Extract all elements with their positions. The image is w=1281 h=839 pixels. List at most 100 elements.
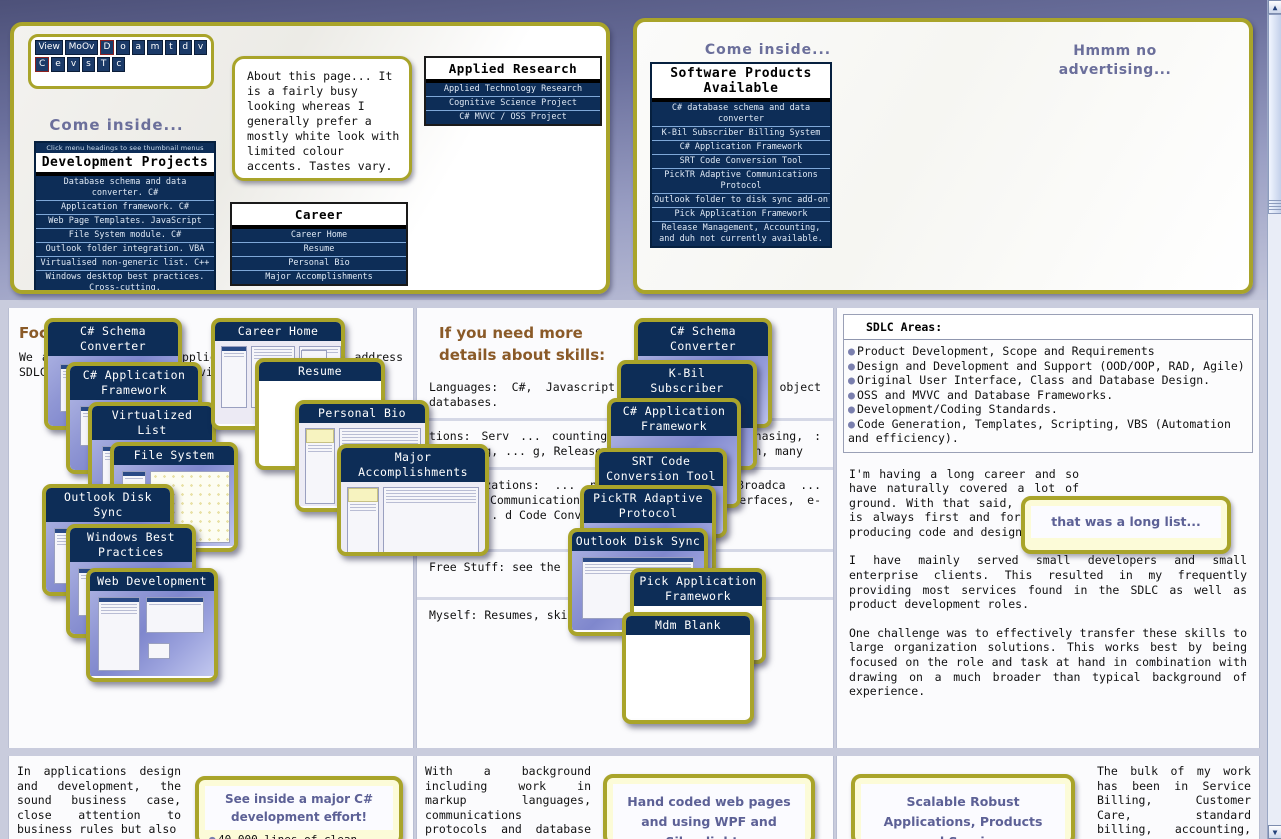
sdlc-item: ● Design and Development and Support (OOD… <box>848 359 1246 374</box>
bullet-icon: ● <box>848 387 855 402</box>
menu-title-development-projects: Development Projects <box>36 153 214 172</box>
thumbnail-preview-image <box>341 482 485 552</box>
bottom-center-text: With a background including work in mark… <box>425 764 591 839</box>
scroll-down-button[interactable]: ▼ <box>1268 825 1281 839</box>
sdlc-item-label: Code Generation, Templates, Scripting, V… <box>848 416 1231 446</box>
hand-coded-note-text: Hand coded web pages and using WPF and S… <box>613 784 805 839</box>
thumbnail-title: Outlook Disk Sync <box>572 532 704 551</box>
sdlc-item: ● Original User Interface, Class and Data… <box>848 373 1246 388</box>
bullet-icon: ● <box>848 373 855 387</box>
about-text: About this page... It is a fairly busy l… <box>247 69 400 173</box>
scroll-up-button[interactable]: ▲ <box>1268 0 1281 14</box>
thumbnail-title: Mdm Blank <box>626 616 750 635</box>
thumbnail-title: Web Development <box>90 572 214 591</box>
thumbnail-title: Windows Best Practices <box>70 528 192 562</box>
csharp-effort-note-title: See inside a major C# development effort… <box>205 786 393 830</box>
bottom-column-left: In applications design and development, … <box>8 756 414 839</box>
bottom-content-band: In applications design and development, … <box>8 756 1260 839</box>
thumbnail-title: PickTR Adaptive Protocol <box>584 489 712 523</box>
menu-item-outlook-folder-integration[interactable]: Outlook folder integration. VBA <box>36 243 214 257</box>
thumbnail-mdm-blank[interactable]: Mdm Blank <box>622 612 754 724</box>
thumbnail-title: C# Schema Converter <box>48 322 178 356</box>
nav-button-c[interactable]: C <box>35 57 50 72</box>
thumbnail-title: C# Application Framework <box>611 402 737 436</box>
sw-item-release-management[interactable]: Release Management, Accounting, and duh … <box>652 222 830 246</box>
sw-item-picktr-protocol[interactable]: PickTR Adaptive Communications Protocol <box>652 169 830 194</box>
career-item-personal-bio[interactable]: Personal Bio <box>232 257 406 271</box>
nav-button-v2[interactable]: v <box>66 57 81 72</box>
nav-button-t[interactable]: t <box>165 40 177 55</box>
research-item-cognitive-science[interactable]: Cognitive Science Project <box>426 97 600 111</box>
menu-item-virtualised-list[interactable]: Virtualised non-generic list. C++ <box>36 257 214 271</box>
bullet-icon: ● <box>209 833 218 839</box>
nav-row-2: C e v s T c <box>35 57 207 72</box>
career-item-major-accomplishments[interactable]: Major Accomplishments <box>232 271 406 284</box>
sdlc-list: ● Product Development, Scope and Requirem… <box>844 340 1252 452</box>
career-narrative-3: One challenge was to effectively transfe… <box>849 625 1247 699</box>
bottom-column-right: Scalable Robust Applications, Products a… <box>836 756 1260 839</box>
nav-button-moov[interactable]: MoOv <box>65 40 98 55</box>
nav-button-o[interactable]: o <box>116 40 130 55</box>
nav-button-s[interactable]: s <box>82 57 95 72</box>
nav-button-view[interactable]: View <box>35 40 64 55</box>
career-item-resume[interactable]: Resume <box>232 243 406 257</box>
nav-button-c2[interactable]: c <box>112 57 126 72</box>
long-list-note-text: that was a long list... <box>1031 506 1221 538</box>
sdlc-title: SDLC Areas: <box>844 315 1252 340</box>
bottom-column-center: With a background including work in mark… <box>416 756 834 839</box>
thumbnail-web-development[interactable]: Web Development <box>86 568 218 682</box>
thumbnail-title: Career Home <box>215 322 341 341</box>
career-title: Career <box>232 204 406 225</box>
sdlc-panel: SDLC Areas: ● Product Development, Scope … <box>843 314 1253 453</box>
csharp-effort-note: See inside a major C# development effort… <box>195 776 403 839</box>
bullet-icon: ● <box>848 358 855 373</box>
vertical-scrollbar[interactable]: ▲ ▼ <box>1267 0 1281 839</box>
sw-item-db-schema[interactable]: C# database schema and data converter <box>652 102 830 127</box>
thumbnail-preview-image <box>626 635 750 718</box>
software-products-title: Software Products Available <box>652 64 830 98</box>
sw-item-srt-code-conversion[interactable]: SRT Code Conversion Tool <box>652 155 830 169</box>
thumbnail-title: Personal Bio <box>299 404 425 423</box>
sdlc-item-label: Product Development, Scope and Requireme… <box>857 344 1155 358</box>
bottom-left-text: In applications design and development, … <box>17 764 181 836</box>
menu-hint-text: Click menu headings to see thumbnail men… <box>36 143 214 153</box>
come-inside-heading-right: Come inside... <box>704 42 832 58</box>
csharp-effort-bullet-row: ●40,000 lines of clean <box>205 830 393 839</box>
sw-item-outlook-sync[interactable]: Outlook folder to disk sync add-on <box>652 194 830 208</box>
research-item-applied-technology[interactable]: Applied Technology Research <box>426 83 600 97</box>
sw-item-kbil[interactable]: K-Bil Subscriber Billing System <box>652 127 830 141</box>
nav-button-t2[interactable]: T <box>96 57 111 72</box>
thumbnail-title: Virtualized List <box>92 406 212 440</box>
sdlc-item: ● Code Generation, Templates, Scripting, … <box>848 417 1246 446</box>
sdlc-item-label: Design and Development and Support (OOD/… <box>857 358 1245 373</box>
research-item-mvvc-oss[interactable]: C# MVVC / OSS Project <box>426 111 600 124</box>
nav-button-d[interactable]: D <box>99 40 115 55</box>
scrollbar-grip-icon <box>1269 200 1281 210</box>
sw-item-pick-app-framework[interactable]: Pick Application Framework <box>652 208 830 222</box>
sdlc-item-label: Original User Interface, Class and Datab… <box>857 373 1211 387</box>
sw-item-app-framework[interactable]: C# Application Framework <box>652 141 830 155</box>
thumbnail-title: Resume <box>259 362 381 381</box>
sdlc-item: ● Product Development, Scope and Requirem… <box>848 344 1246 359</box>
bullet-icon: ● <box>848 402 855 416</box>
nav-button-a[interactable]: a <box>131 40 145 55</box>
nav-button-m[interactable]: m <box>146 40 164 55</box>
thumbnail-major-accomplishments[interactable]: Major Accomplishments <box>337 444 489 556</box>
menu-item-database-schema[interactable]: Database schema and data converter. C# <box>36 176 214 201</box>
menu-item-web-page-templates[interactable]: Web Page Templates. JavaScript <box>36 215 214 229</box>
scalable-robust-note: Scalable Robust Applications, Products a… <box>851 774 1075 839</box>
scrollbar-thumb[interactable] <box>1268 14 1281 214</box>
nav-button-e[interactable]: e <box>51 57 65 72</box>
menu-item-windows-best-practices[interactable]: Windows desktop best practices. Cross-cu… <box>36 271 214 290</box>
come-inside-heading: Come inside... <box>49 116 184 134</box>
menu-item-application-framework[interactable]: Application framework. C# <box>36 201 214 215</box>
sdlc-item: ● OSS and MVVC and Database Frameworks. <box>848 388 1246 403</box>
career-item-home[interactable]: Career Home <box>232 229 406 243</box>
nav-button-d2[interactable]: d <box>178 40 192 55</box>
applied-research-title: Applied Research <box>426 58 600 79</box>
menu-item-file-system-module[interactable]: File System module. C# <box>36 229 214 243</box>
thumbnail-nav-toolbar[interactable]: View MoOv D o a m t d v C e v s T c <box>28 34 214 89</box>
nav-row-1: View MoOv D o a m t d v <box>35 40 208 55</box>
nav-button-v[interactable]: v <box>193 40 208 55</box>
thumbnail-title: SRT Code Conversion Tool <box>599 452 723 486</box>
